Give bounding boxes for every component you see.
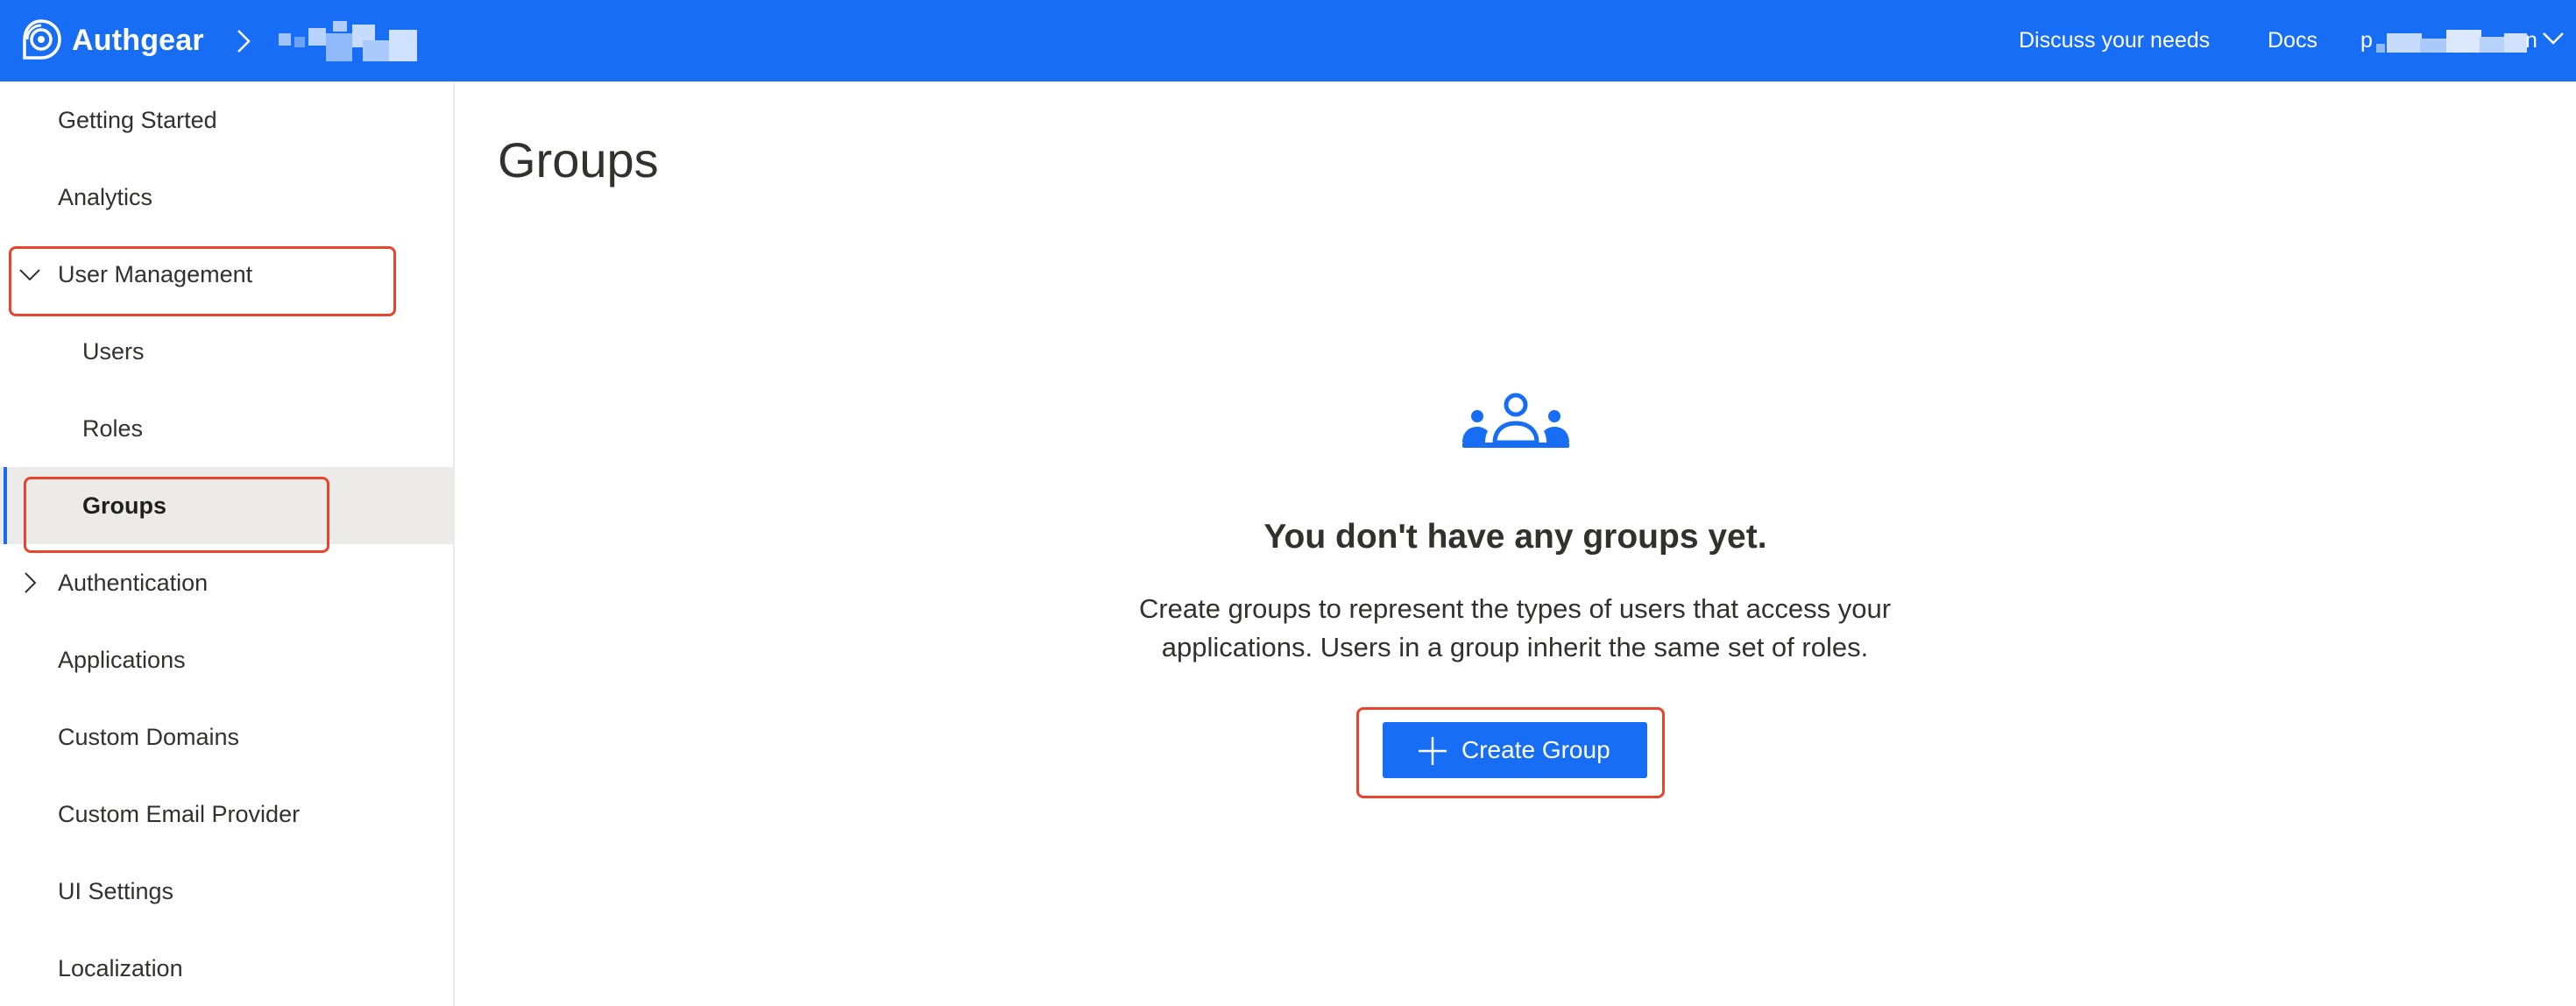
sidebar-item-user-management[interactable]: User Management <box>0 236 453 313</box>
top-bar: Authgear Discuss your needs Docs p n <box>0 0 2576 81</box>
empty-state-title: You don't have any groups yet. <box>1263 518 1767 556</box>
sidebar-item-localization[interactable]: Localization <box>0 930 453 1006</box>
docs-link[interactable]: Docs <box>2268 25 2318 56</box>
main-content: Groups You don't have any groups yet. Cr… <box>455 81 2576 1006</box>
breadcrumb-chevron-icon <box>237 30 251 53</box>
sidebar-item-label: Groups <box>82 492 167 519</box>
sidebar-item-label: Roles <box>82 415 144 442</box>
sidebar-item-custom-email-provider[interactable]: Custom Email Provider <box>0 776 453 853</box>
sidebar-item-roles[interactable]: Roles <box>0 390 453 467</box>
chevron-right-icon <box>25 572 37 593</box>
sidebar-item-groups[interactable]: Groups <box>0 467 453 544</box>
discuss-needs-link[interactable]: Discuss your needs <box>2019 25 2210 56</box>
create-group-button[interactable]: Create Group <box>1383 722 1647 778</box>
authgear-logo-icon[interactable] <box>19 18 63 61</box>
account-name-redacted <box>2376 30 2527 53</box>
sidebar-item-getting-started[interactable]: Getting Started <box>0 81 453 159</box>
sidebar-item-label: Custom Domains <box>58 724 240 750</box>
selected-indicator <box>4 467 7 544</box>
sidebar-item-label: Users <box>82 338 145 365</box>
sidebar-nav: Getting Started Analytics User Managemen… <box>0 81 455 1006</box>
plus-icon <box>1419 737 1447 765</box>
chevron-down-icon[interactable] <box>2541 30 2565 47</box>
sidebar-item-label: Localization <box>58 955 183 981</box>
sidebar-item-analytics[interactable]: Analytics <box>0 159 453 236</box>
people-group-icon <box>1462 393 1569 448</box>
account-name-end: n <box>2525 28 2537 53</box>
sidebar-item-label: Authentication <box>58 570 209 596</box>
project-name-redacted[interactable] <box>279 21 417 61</box>
account-name-start: p <box>2360 28 2373 53</box>
sidebar-item-label: Custom Email Provider <box>58 801 301 827</box>
sidebar-item-authentication[interactable]: Authentication <box>0 544 453 621</box>
sidebar-item-custom-domains[interactable]: Custom Domains <box>0 698 453 776</box>
create-group-label: Create Group <box>1461 736 1610 763</box>
empty-state-description: Create groups to represent the types of … <box>1138 593 1892 662</box>
chevron-down-icon <box>19 269 40 281</box>
sidebar-item-label: User Management <box>58 261 253 287</box>
sidebar-item-ui-settings[interactable]: UI Settings <box>0 853 453 930</box>
sidebar-item-label: Getting Started <box>58 107 217 133</box>
sidebar-item-label: UI Settings <box>58 878 174 904</box>
sidebar-item-label: Analytics <box>58 184 153 210</box>
sidebar-item-label: Applications <box>58 647 186 673</box>
sidebar-item-applications[interactable]: Applications <box>0 621 453 698</box>
brand-name[interactable]: Authgear <box>72 19 204 61</box>
sidebar-item-users[interactable]: Users <box>0 313 453 390</box>
page-title: Groups <box>498 132 659 188</box>
